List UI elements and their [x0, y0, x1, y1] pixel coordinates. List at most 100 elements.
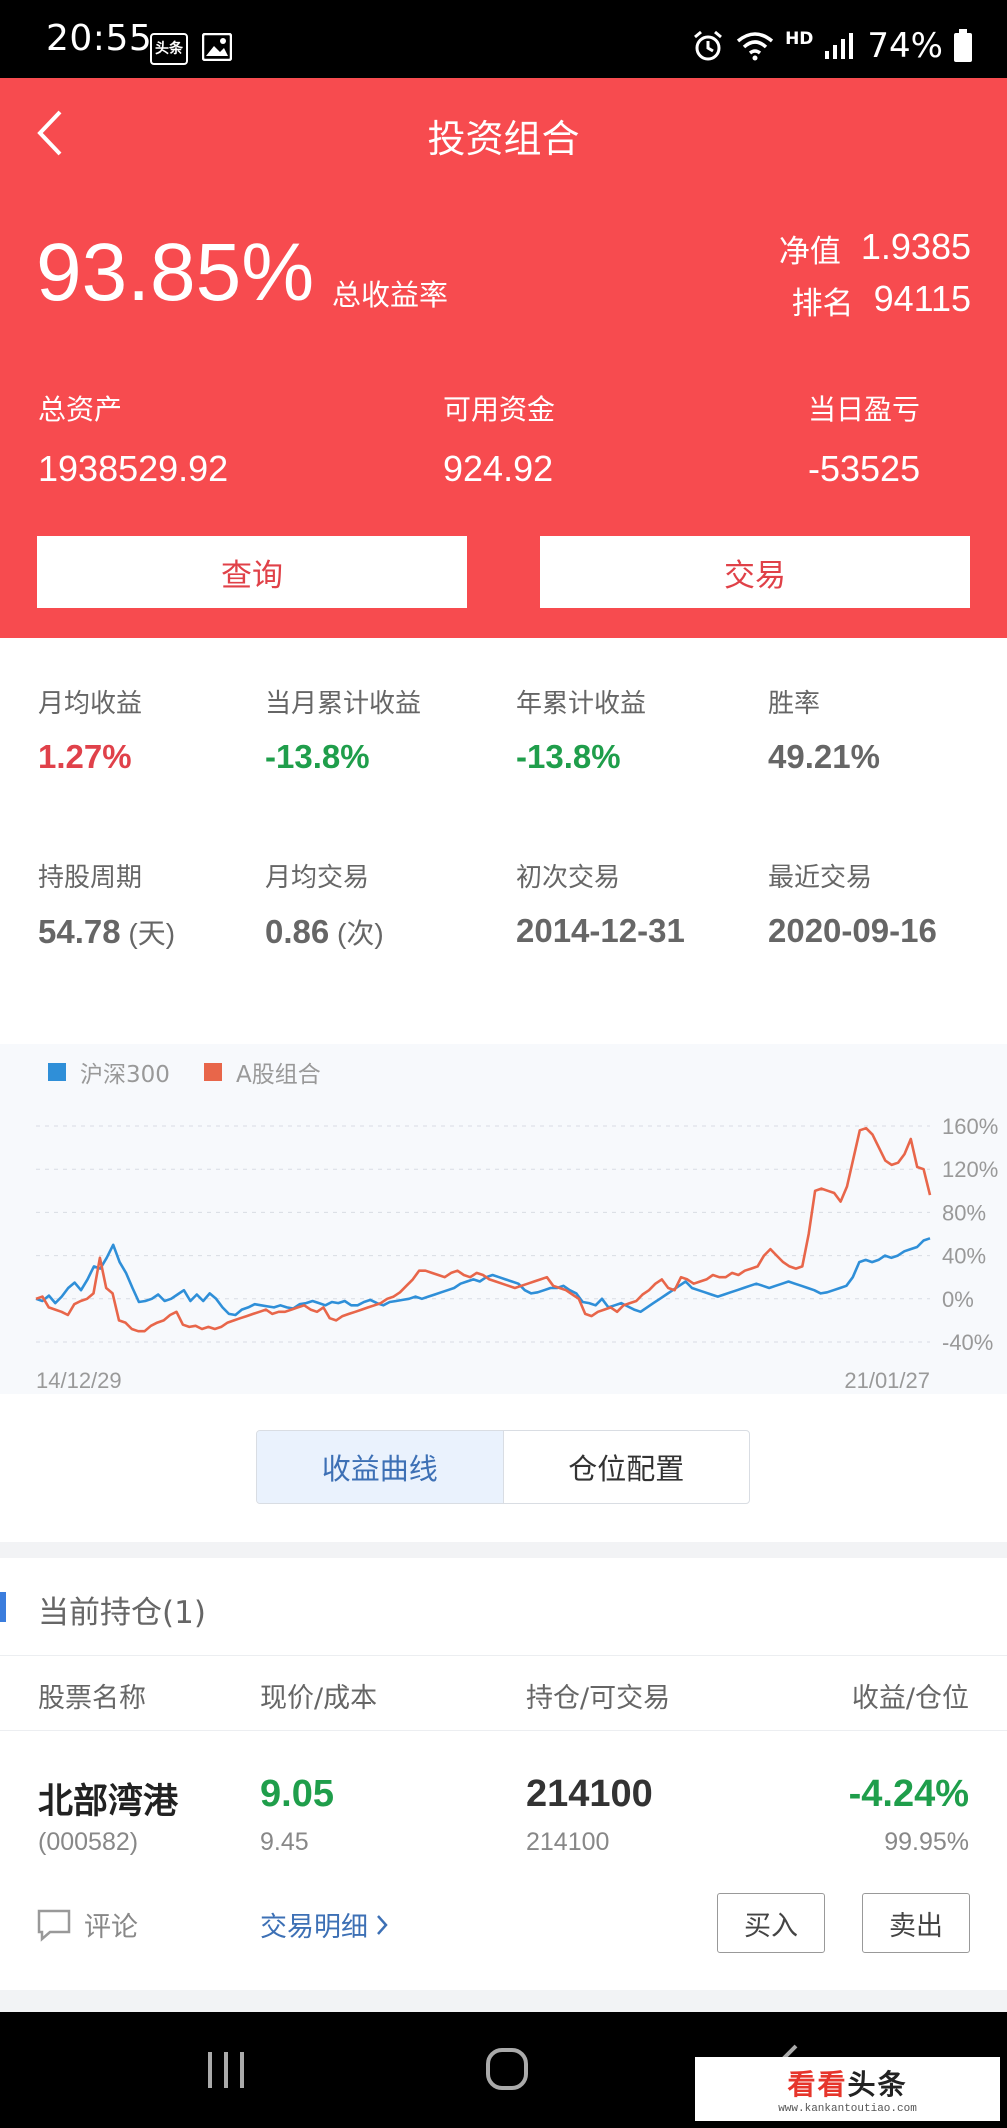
buy-button[interactable]: 买入 — [717, 1893, 825, 1953]
trade-detail-label: 交易明细 — [260, 1912, 368, 1943]
comment-icon — [37, 1909, 71, 1942]
year-cumulative-label: 年累计收益 — [516, 689, 647, 719]
status-right: HD 74% — [691, 26, 973, 66]
battery-icon — [954, 29, 972, 62]
recent-apps-icon[interactable] — [204, 2050, 248, 2090]
watermark-brand-dark: 头条 — [847, 2068, 908, 2101]
comment-label: 评论 — [84, 1912, 138, 1943]
legend-item-hs300: 沪深300 — [48, 1055, 170, 1089]
y-tick-label: 80% — [942, 1200, 986, 1225]
gallery-icon — [202, 33, 232, 61]
watermark-brand: 看看头条 — [787, 2063, 907, 2103]
battery-percent: 74% — [867, 26, 943, 66]
total-assets-label: 总资产 — [38, 393, 123, 426]
section-gap — [0, 1990, 1007, 2012]
watermark-brand-red: 看看 — [787, 2068, 848, 2101]
daily-pnl-value: -53525 — [808, 448, 921, 489]
col-header-price-cost: 现价/成本 — [260, 1683, 378, 1714]
y-tick-label: 160% — [942, 1114, 998, 1139]
return-pct: -4.24% — [848, 1773, 969, 1815]
chevron-right-icon — [377, 1914, 388, 1935]
win-rate-value: 49.21% — [768, 738, 880, 775]
col-header-return-weight: 收益/仓位 — [851, 1683, 969, 1714]
col-header-stock-name: 股票名称 — [38, 1683, 146, 1714]
signal-icon — [825, 33, 854, 59]
query-button[interactable]: 查询 — [37, 536, 467, 608]
rank-label: 排名 — [791, 286, 854, 322]
watermark-logo: 看看头条 www.kankantoutiao.com — [695, 2057, 1000, 2121]
legend-swatch-hs300 — [48, 1063, 66, 1081]
total-return-value: 93.85% — [36, 227, 315, 318]
position-qty: 214100 — [526, 1773, 653, 1815]
section-accent-bar — [0, 1592, 6, 1622]
month-cumulative-value: -13.8% — [265, 738, 370, 775]
last-trade-label: 最近交易 — [768, 863, 873, 893]
net-value-row: 净值 1.9385 — [779, 226, 971, 271]
total-return-label: 总收益率 — [332, 278, 449, 312]
available-funds-value: 924.92 — [443, 448, 554, 489]
available-funds-label: 可用资金 — [443, 393, 556, 426]
first-trade-value: 2014-12-31 — [516, 912, 685, 949]
trade-detail-link[interactable]: 交易明细 — [260, 1905, 390, 1944]
home-icon[interactable] — [484, 2046, 530, 2092]
legend-item-portfolio: A股组合 — [204, 1055, 321, 1089]
rank-value: 94115 — [873, 278, 971, 319]
y-tick-label: 40% — [942, 1244, 986, 1269]
sell-button[interactable]: 卖出 — [862, 1893, 970, 1953]
y-tick-label: 0% — [942, 1287, 974, 1312]
chart-view-toggle: 收益曲线 仓位配置 — [256, 1430, 750, 1504]
monthly-trades-unit: (次) — [329, 918, 384, 949]
total-assets-value: 1938529.92 — [38, 448, 229, 489]
series-line-portfolio — [35, 1126, 932, 1333]
position-weight: 99.95% — [884, 1828, 969, 1856]
comment-link[interactable]: 评论 — [36, 1905, 138, 1944]
hd-indicator: HD — [785, 29, 814, 49]
x-tick-label: 21/01/27 — [844, 1368, 930, 1393]
toutiao-badge-icon: 头条 — [150, 33, 188, 65]
trade-button[interactable]: 交易 — [540, 536, 970, 608]
return-line-chart: 160% 120% 80% 40% 0% -40% 14/12/29 21/01/27 — [35, 1114, 998, 1393]
monthly-trades-label: 月均交易 — [265, 863, 370, 893]
first-trade-label: 初次交易 — [516, 863, 621, 893]
holding-period-value: 54.78 (天) — [38, 912, 175, 952]
monthly-avg-return-value: 1.27% — [38, 738, 132, 775]
tab-return-curve[interactable]: 收益曲线 — [257, 1431, 504, 1503]
stock-name: 北部湾港 — [38, 1782, 179, 1822]
daily-pnl-label: 当日盈亏 — [808, 393, 921, 426]
status-time: 20:55 — [46, 18, 153, 59]
watermark-url: www.kankantoutiao.com — [778, 2103, 917, 2115]
col-header-position: 持仓/可交易 — [526, 1683, 671, 1714]
legend-swatch-portfolio — [204, 1063, 222, 1081]
net-value: 1.9385 — [860, 226, 971, 267]
legend-label-hs300: 沪深300 — [80, 1062, 170, 1088]
win-rate-label: 胜率 — [768, 689, 821, 719]
x-tick-label: 14/12/29 — [36, 1368, 122, 1393]
monthly-avg-return-label: 月均收益 — [38, 689, 143, 719]
holding-period-number: 54.78 — [38, 913, 121, 950]
y-tick-label: 120% — [942, 1157, 998, 1182]
available-qty: 214100 — [526, 1828, 610, 1856]
year-cumulative-value: -13.8% — [516, 738, 621, 775]
month-cumulative-label: 当月累计收益 — [265, 689, 422, 719]
current-price: 9.05 — [260, 1773, 334, 1815]
portfolio-header: 投资组合 93.85% 总收益率 净值 1.9385 排名 94115 总资产 … — [0, 78, 1007, 638]
rank-row: 排名 94115 — [792, 278, 971, 323]
page-title: 投资组合 — [427, 117, 580, 161]
section-gap — [0, 1542, 1007, 1558]
tab-position-allocation[interactable]: 仓位配置 — [504, 1431, 750, 1503]
wifi-icon — [736, 32, 774, 61]
legend-label-portfolio: A股组合 — [236, 1062, 321, 1088]
monthly-trades-value: 0.86 (次) — [265, 912, 384, 952]
y-tick-label: -40% — [942, 1330, 993, 1355]
series-line-hs300 — [35, 1237, 931, 1317]
holdings-title: 当前持仓(1) — [38, 1595, 206, 1631]
monthly-trades-number: 0.86 — [265, 913, 330, 950]
last-trade-value: 2020-09-16 — [768, 912, 937, 949]
stock-code: (000582) — [38, 1828, 139, 1856]
holding-period-label: 持股周期 — [38, 863, 143, 893]
status-bar: 20:55 头条 HD 74% — [0, 0, 1007, 78]
divider — [0, 1730, 1007, 1731]
divider — [0, 1655, 1007, 1656]
net-value-label: 净值 — [778, 234, 841, 270]
cost-price: 9.45 — [260, 1828, 309, 1856]
